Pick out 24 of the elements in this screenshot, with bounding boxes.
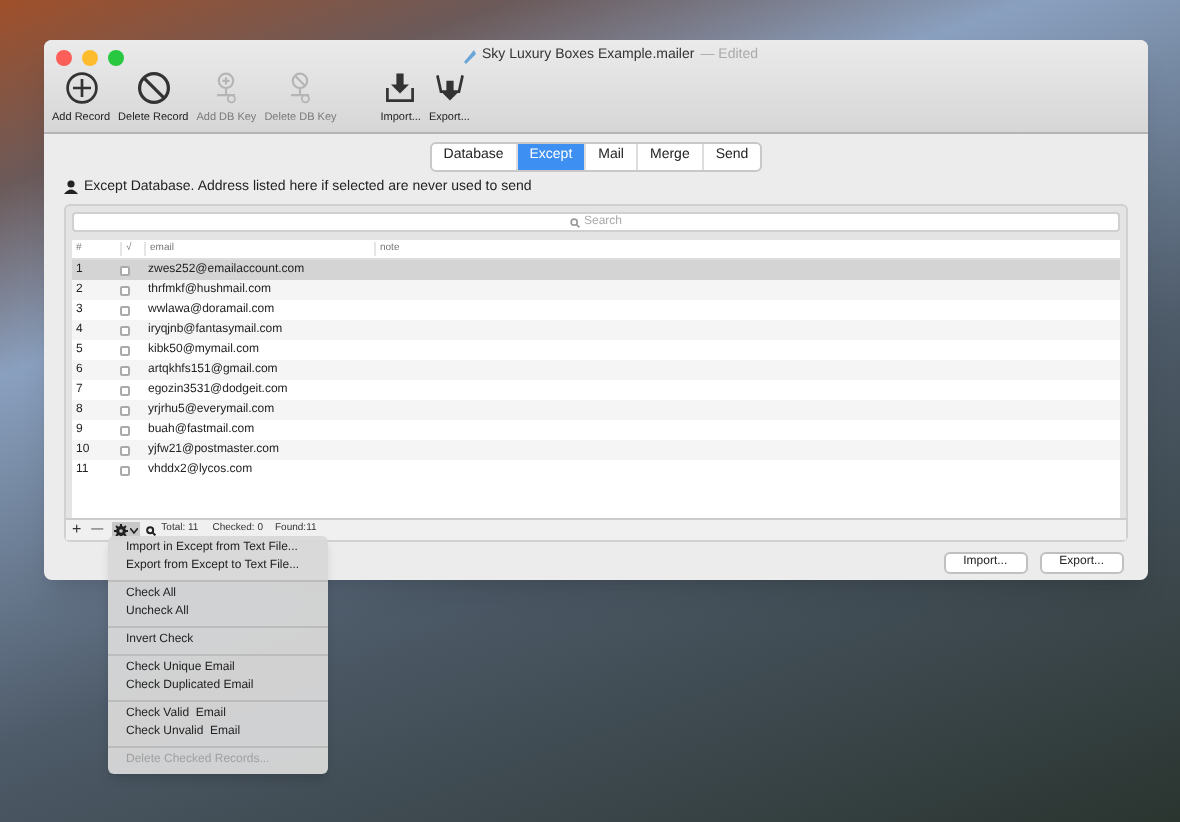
- add-row-button[interactable]: +: [70, 522, 84, 538]
- person-icon: [64, 180, 78, 195]
- checkbox[interactable]: [120, 305, 130, 315]
- caret-icon: [129, 527, 138, 533]
- checkbox[interactable]: [120, 425, 130, 435]
- checkbox[interactable]: [120, 345, 130, 355]
- checkbox[interactable]: [120, 325, 130, 335]
- tray-arrow-icon: [382, 69, 419, 106]
- close-button[interactable]: [56, 50, 72, 66]
- document-icon: [464, 49, 476, 64]
- checkbox[interactable]: [120, 465, 130, 475]
- search-icon: [145, 525, 156, 535]
- funnel-arrow-icon: [431, 69, 468, 106]
- checkbox[interactable]: [120, 405, 130, 415]
- checkbox[interactable]: [120, 385, 130, 395]
- checkbox[interactable]: [120, 445, 130, 455]
- checkbox[interactable]: [120, 285, 130, 295]
- checkbox[interactable]: [120, 265, 130, 275]
- search-icon: [569, 217, 580, 227]
- zoom-button[interactable]: [108, 50, 124, 66]
- checkbox[interactable]: [120, 365, 130, 375]
- minimize-button[interactable]: [82, 50, 98, 66]
- prohibited-sign-icon: [135, 69, 172, 106]
- plus-circle-icon: [63, 69, 100, 106]
